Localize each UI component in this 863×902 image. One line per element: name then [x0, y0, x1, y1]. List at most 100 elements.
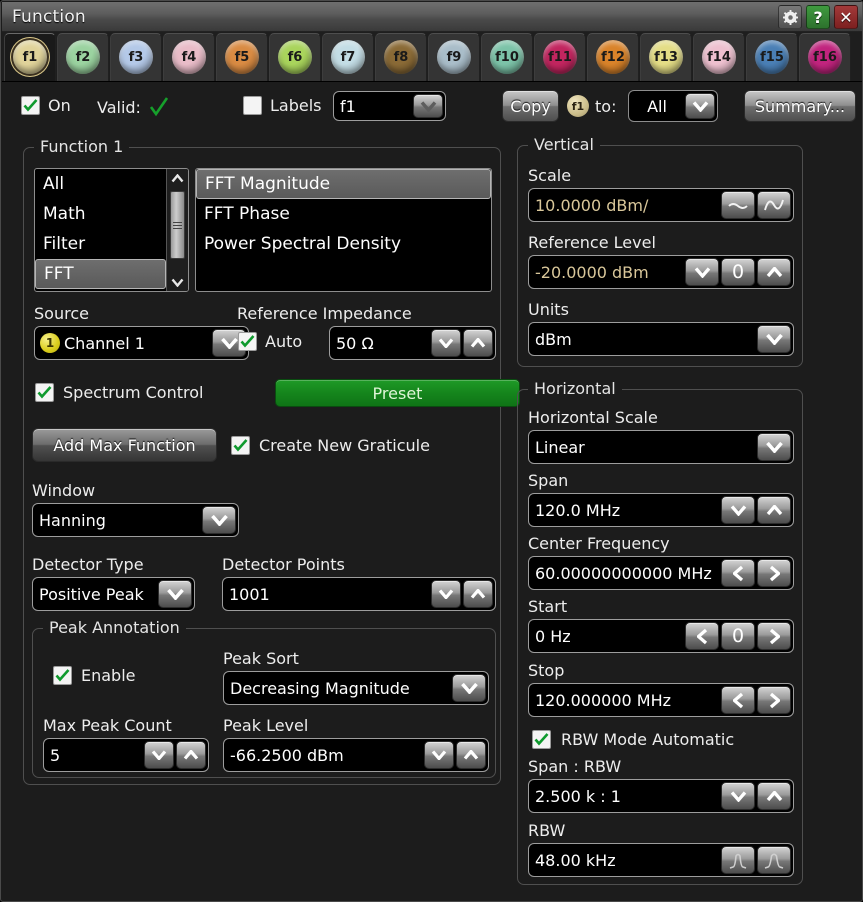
increment-peak-level-icon[interactable]	[456, 741, 486, 769]
function-operation-list[interactable]: FFT Magnitude FFT Phase Power Spectral Den…	[195, 168, 492, 292]
decrement-peak-level-icon[interactable]	[424, 741, 454, 769]
function-tab-f7[interactable]: f7	[322, 32, 374, 81]
function-tab-f16[interactable]: f16	[799, 32, 851, 81]
chevron-down-icon[interactable]	[757, 325, 791, 353]
function-tab-f14[interactable]: f14	[693, 32, 745, 81]
chevron-down-icon[interactable]	[452, 674, 486, 702]
reference-level-field[interactable]: -20.0000 dBm 0	[528, 255, 794, 289]
previous-stop-icon[interactable]	[721, 686, 755, 714]
decrement-detector-points-icon[interactable]	[431, 580, 461, 608]
previous-center-frequency-icon[interactable]	[721, 559, 755, 587]
function-tab-f2[interactable]: f2	[57, 32, 109, 81]
zero-start-icon[interactable]: 0	[721, 622, 755, 650]
rbw-field[interactable]: 48.00 kHz	[528, 843, 794, 877]
horizontal-scale-dropdown[interactable]: Linear	[528, 430, 794, 464]
wide-bandwidth-icon[interactable]	[757, 846, 791, 874]
preset-button[interactable]: Preset	[275, 379, 520, 407]
function-tab-f9[interactable]: f9	[428, 32, 480, 81]
scrollbar-thumb[interactable]	[170, 191, 185, 259]
chevron-down-icon[interactable]	[202, 506, 236, 534]
labels-checkbox-row[interactable]: Labels	[243, 96, 322, 115]
start-field[interactable]: 0 Hz 0	[528, 619, 794, 653]
peak-level-field[interactable]: -66.2500 dBm	[223, 738, 489, 772]
auto-impedance-row[interactable]: Auto	[238, 332, 302, 351]
decrement-max-peak-count-icon[interactable]	[144, 741, 174, 769]
source-dropdown[interactable]: 1 Channel 1	[34, 326, 249, 360]
on-checkbox[interactable]	[21, 96, 40, 115]
category-item[interactable]: Math	[35, 199, 166, 229]
rbw-mode-automatic-row[interactable]: RBW Mode Automatic	[532, 730, 734, 749]
spectrum-control-checkbox[interactable]	[35, 383, 54, 402]
operation-item[interactable]: FFT Phase	[196, 199, 491, 229]
span-field[interactable]: 120.0 MHz	[528, 493, 794, 527]
settings-button[interactable]	[778, 5, 802, 29]
function-tab-f8[interactable]: f8	[375, 32, 427, 81]
increment-impedance-icon[interactable]	[463, 329, 493, 357]
copy-button[interactable]: Copy	[502, 90, 559, 122]
scroll-down-icon[interactable]	[167, 273, 188, 291]
function-tab-f6[interactable]: f6	[269, 32, 321, 81]
scroll-up-icon[interactable]	[167, 169, 188, 187]
window-dropdown[interactable]: Hanning	[32, 503, 239, 537]
function-tab-f3[interactable]: f3	[110, 32, 162, 81]
increment-reference-level-icon[interactable]	[757, 258, 791, 286]
function-tab-f5[interactable]: f5	[216, 32, 268, 81]
function-tab-f4[interactable]: f4	[163, 32, 215, 81]
increment-detector-points-icon[interactable]	[463, 580, 493, 608]
center-frequency-field[interactable]: 60.00000000000 MHz	[528, 556, 794, 590]
operation-item[interactable]: Power Spectral Density	[196, 229, 491, 259]
copy-target-dropdown[interactable]: All	[628, 90, 718, 122]
function-tab-f13[interactable]: f13	[640, 32, 692, 81]
category-item[interactable]: FFT	[35, 259, 166, 289]
units-dropdown[interactable]: dBm	[528, 322, 794, 356]
function-tab-f12[interactable]: f12	[587, 32, 639, 81]
stop-field[interactable]: 120.000000 MHz	[528, 683, 794, 717]
create-new-graticule-checkbox[interactable]	[231, 436, 250, 455]
max-peak-count-field[interactable]: 5	[43, 738, 209, 772]
zero-reference-level-icon[interactable]: 0	[721, 258, 755, 286]
next-start-icon[interactable]	[757, 622, 791, 650]
close-button[interactable]: ✕	[834, 5, 858, 29]
on-checkbox-row[interactable]: On	[21, 96, 71, 115]
chevron-down-icon[interactable]	[413, 94, 443, 118]
add-max-function-button[interactable]: Add Max Function	[32, 428, 217, 462]
decrement-impedance-icon[interactable]	[431, 329, 461, 357]
narrow-bandwidth-icon[interactable]	[721, 846, 755, 874]
chevron-down-icon[interactable]	[757, 433, 791, 461]
decrement-reference-level-icon[interactable]	[685, 258, 719, 286]
chevron-down-icon[interactable]	[685, 93, 715, 119]
next-center-frequency-icon[interactable]	[757, 559, 791, 587]
increment-span-icon[interactable]	[757, 496, 791, 524]
function-tab-f1[interactable]: f1	[4, 32, 56, 81]
create-new-graticule-row[interactable]: Create New Graticule	[231, 436, 430, 455]
auto-impedance-checkbox[interactable]	[238, 332, 257, 351]
increment-max-peak-count-icon[interactable]	[176, 741, 206, 769]
impedance-field[interactable]: 50 Ω	[329, 326, 496, 360]
decrement-span-icon[interactable]	[721, 496, 755, 524]
rbw-mode-automatic-checkbox[interactable]	[532, 730, 551, 749]
detector-type-dropdown[interactable]: Positive Peak	[32, 577, 195, 611]
category-item[interactable]: Filter	[35, 229, 166, 259]
peak-enable-row[interactable]: Enable	[53, 666, 136, 685]
operation-item[interactable]: FFT Magnitude	[196, 169, 491, 199]
previous-start-icon[interactable]	[685, 622, 719, 650]
peak-enable-checkbox[interactable]	[53, 666, 72, 685]
function-tab-f10[interactable]: f10	[481, 32, 533, 81]
next-stop-icon[interactable]	[757, 686, 791, 714]
category-item[interactable]: All	[35, 169, 166, 199]
summary-button[interactable]: Summary...	[744, 90, 856, 122]
increment-span-rbw-icon[interactable]	[757, 782, 791, 810]
function-tab-f11[interactable]: f11	[534, 32, 586, 81]
labels-source-dropdown[interactable]: f1	[333, 91, 446, 121]
function-tab-f15[interactable]: f15	[746, 32, 798, 81]
category-scrollbar[interactable]	[166, 169, 188, 291]
sine-small-icon[interactable]	[721, 191, 755, 219]
peak-sort-dropdown[interactable]: Decreasing Magnitude	[223, 671, 489, 705]
detector-points-field[interactable]: 1001	[222, 577, 496, 611]
chevron-down-icon[interactable]	[158, 580, 192, 608]
span-rbw-field[interactable]: 2.500 k : 1	[528, 779, 794, 813]
spectrum-control-row[interactable]: Spectrum Control	[35, 383, 203, 402]
function-category-list[interactable]: All Math Filter FFT	[34, 168, 189, 292]
decrement-span-rbw-icon[interactable]	[721, 782, 755, 810]
vertical-scale-field[interactable]: 10.0000 dBm/	[528, 188, 794, 222]
